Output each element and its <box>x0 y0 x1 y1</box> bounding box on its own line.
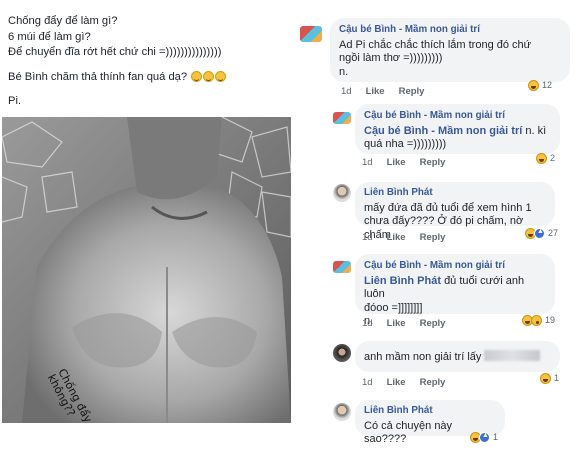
comment-author[interactable]: Liên Bình Phát <box>364 186 545 200</box>
comment-text: quá nha =))))))))) <box>364 138 447 150</box>
reactions[interactable]: 2 <box>536 151 555 165</box>
comment-text: đóoo =]]]]]]]] <box>364 301 423 314</box>
mention-tag[interactable]: Liên Bình Phát <box>364 275 441 287</box>
avatar[interactable] <box>333 403 351 421</box>
haha-reaction-icon <box>540 372 551 384</box>
laughing-emoji-icon <box>215 70 227 82</box>
like-button[interactable]: Like <box>387 377 406 388</box>
comment-bubble: Cậu bé Bình - Mầm non giải trí Ad Pi chắ… <box>330 18 570 82</box>
wow-reaction-icon <box>531 314 542 326</box>
laughing-emoji-icon <box>203 70 215 82</box>
comment-meta: 1d Like Reply <box>362 318 445 329</box>
reactions[interactable]: 19 <box>522 313 555 327</box>
comment-bubble: Cậu bé Bình - Mầm non giải trí Liên Bình… <box>355 254 555 327</box>
avatar[interactable] <box>333 112 351 124</box>
comment-time[interactable]: 1d <box>362 318 373 329</box>
comment-text: n. <box>339 65 349 78</box>
reactions[interactable]: 12 <box>528 78 552 92</box>
avatar[interactable] <box>333 184 351 202</box>
haha-reaction-icon <box>528 79 539 91</box>
comment-text: Ad Pi chắc chắc thích lắm trong đó chứ <box>339 38 532 51</box>
post-line: Chống đẩy để làm gì? <box>8 15 118 27</box>
reactions[interactable]: 1 <box>540 371 559 385</box>
comment-author[interactable]: Cậu bé Bình - Mầm non giải trí <box>339 23 560 37</box>
laughing-emoji-icon <box>191 70 203 82</box>
comment-time[interactable]: 1d <box>362 377 373 388</box>
comment-time[interactable]: 1d <box>362 157 373 168</box>
haha-reaction-icon <box>536 152 547 164</box>
reply-button[interactable]: Reply <box>420 318 446 329</box>
comment-text: Liên Bình Phát đủ tuổi cưới anh luôn <box>364 274 525 301</box>
avatar[interactable] <box>333 344 351 362</box>
comment-bubble: anh mầm non giải trí lấy <box>355 341 560 372</box>
comment-meta: 1d Like Reply <box>362 377 445 388</box>
reply-button[interactable]: Reply <box>399 86 425 97</box>
comment-text: mấy đứa đã đủ tuổi để xem hình 1 <box>364 201 532 214</box>
comment-bubble: Liên Bình Phát mấy đứa đã đủ tuổi để xem… <box>355 182 555 241</box>
reactions[interactable]: 27 <box>525 226 558 240</box>
comment-meta: 1d Like Reply <box>362 232 445 243</box>
like-reaction-icon <box>479 431 490 443</box>
like-button[interactable]: Like <box>387 232 406 243</box>
reply-button[interactable]: Reply <box>420 232 446 243</box>
comment-time[interactable]: 1d <box>362 232 373 243</box>
comment-text: anh mầm non giải trí lấy <box>364 351 482 363</box>
blurred-text <box>484 350 541 361</box>
post-photo[interactable]: Chống đẩy xíu không?? <box>2 117 291 423</box>
post-line: 6 múi để làm gì? <box>8 30 91 43</box>
comment-meta: 1d Like Reply <box>341 86 424 97</box>
comment-author[interactable]: Liên Bình Phát <box>364 404 495 418</box>
like-button[interactable]: Like <box>387 157 406 168</box>
like-button[interactable]: Like <box>387 318 406 329</box>
avatar[interactable] <box>333 261 351 273</box>
post-line: Pi. <box>8 95 22 107</box>
comment-text: Cậu bé Bình - Mầm non giải trí n. kì <box>364 124 547 137</box>
like-reaction-icon <box>534 227 545 239</box>
reply-button[interactable]: Reply <box>420 377 446 388</box>
post-line: Để chuyển đĩa rớt hết chứ chi =)))))))))… <box>8 46 222 58</box>
comment-author[interactable]: Cậu bé Bình - Mầm non giải trí <box>364 109 550 123</box>
reactions[interactable]: 1 <box>470 430 498 444</box>
comment-author[interactable]: Cậu bé Bình - Mầm non giải trí <box>364 259 545 273</box>
comment-text: ngồi làm thơ =))))))))) <box>339 52 443 64</box>
comment-time[interactable]: 1d <box>341 86 352 97</box>
post-line: Bé Bình chăm thả thính fan quá dạ? <box>8 70 298 86</box>
avatar[interactable] <box>300 26 322 42</box>
comment-meta: 1d Like Reply <box>362 157 445 168</box>
mention-tag[interactable]: Cậu bé Bình - Mầm non giải trí <box>364 125 522 137</box>
post-body: Chống đẩy để làm gì? 6 múi để làm gì? Để… <box>8 14 298 110</box>
comment-bubble: Cậu bé Bình - Mầm non giải trí Cậu bé Bì… <box>355 104 560 154</box>
like-button[interactable]: Like <box>366 86 385 97</box>
reply-button[interactable]: Reply <box>420 157 446 168</box>
